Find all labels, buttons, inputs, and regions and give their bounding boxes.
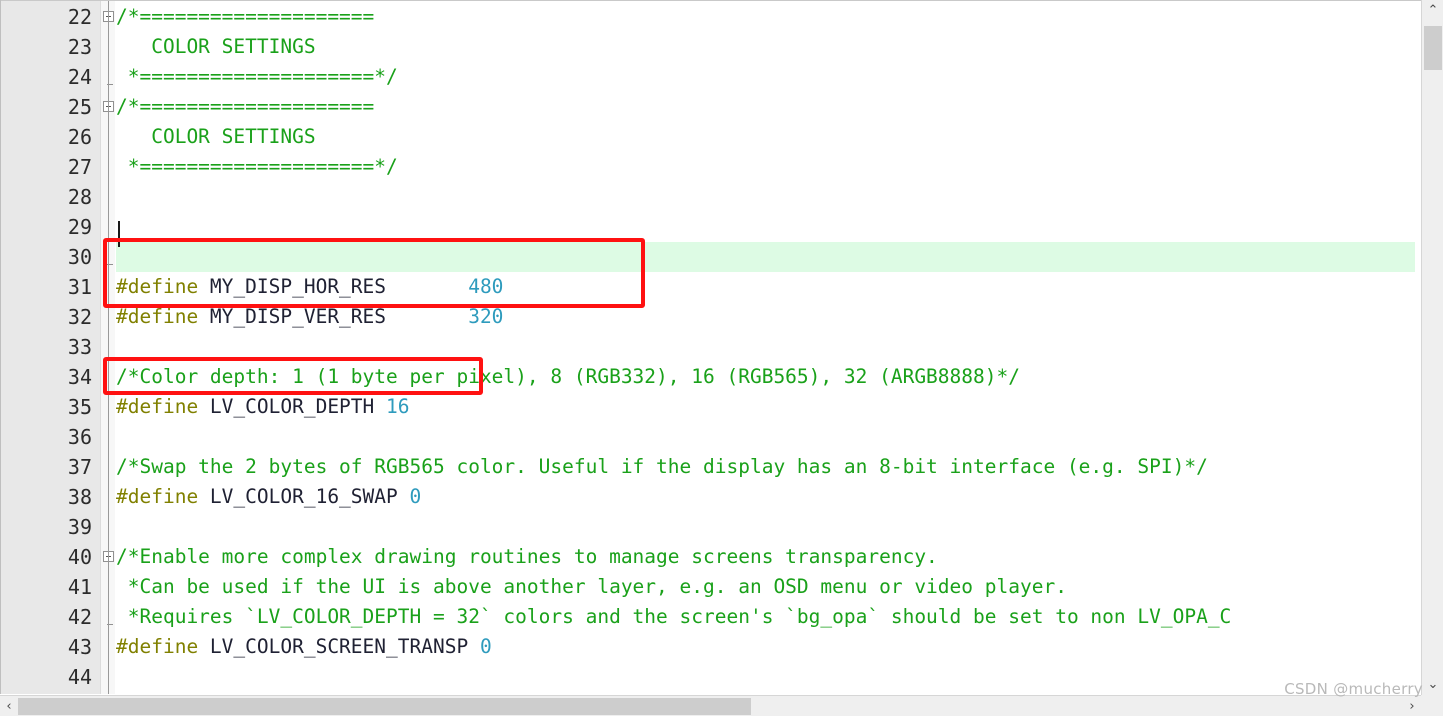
line-number: 43 [67, 635, 92, 659]
code-token-comment: COLOR SETTINGS [116, 125, 316, 148]
code-line[interactable]: COLOR SETTINGS [116, 122, 316, 152]
code-line[interactable]: COLOR SETTINGS [116, 32, 316, 62]
line-number: 36 [67, 425, 92, 449]
current-line-highlight [116, 242, 1415, 272]
code-token-identifier: LV_COLOR_16_SWAP [209, 485, 410, 508]
code-line[interactable]: #define MY_DISP_VER_RES 320 [116, 302, 503, 332]
code-token-number: 320 [468, 305, 504, 328]
code-token-preprocessor: #define [116, 635, 210, 658]
line-number: 27 [67, 155, 92, 179]
code-token-comment: /*==================== [116, 95, 375, 118]
code-token-identifier: MY_DISP_VER_RES [209, 305, 469, 328]
scrollbar-corner [1421, 695, 1443, 716]
horizontal-scrollbar[interactable]: ‹ › [0, 695, 1421, 716]
line-number: 39 [67, 515, 92, 539]
line-number: 23 [67, 35, 92, 59]
code-token-preprocessor: #define [116, 395, 210, 418]
code-line[interactable]: /*Color depth: 1 (1 byte per pixel), 8 (… [116, 362, 1020, 392]
code-token-number: 0 [479, 635, 492, 658]
code-line[interactable]: /*Enable more complex drawing routines t… [116, 542, 938, 572]
code-token-identifier: LV_COLOR_DEPTH [209, 395, 387, 418]
code-token-comment: *Requires `LV_COLOR_DEPTH = 32` colors a… [116, 605, 1232, 628]
code-token-preprocessor: #define [116, 305, 210, 328]
horizontal-scrollbar-thumb[interactable] [18, 698, 751, 715]
code-line[interactable]: *====================*/ [116, 62, 398, 92]
scroll-down-arrow-icon[interactable]: ⌄ [1422, 674, 1443, 696]
code-line[interactable]: #define LV_COLOR_DEPTH 16 [116, 392, 410, 422]
code-line[interactable]: *====================*/ [116, 152, 398, 182]
code-token-comment: *====================*/ [116, 65, 398, 88]
code-line[interactable]: /*Swap the 2 bytes of RGB565 color. Usef… [116, 452, 1208, 482]
line-number: 33 [67, 335, 92, 359]
code-line[interactable]: #define LV_COLOR_SCREEN_TRANSP 0 [116, 632, 492, 662]
code-token-comment: /*==================== [116, 5, 375, 28]
code-editor-window: 22 23 24 25 26 27 28 29 30 31 32 33 34 35 36 37 38 39 40 41… [0, 0, 1443, 716]
scroll-up-arrow-icon[interactable]: ⌃ [1422, 0, 1443, 22]
code-token-number: 480 [468, 275, 504, 298]
watermark-label: CSDN @mucherry [1284, 680, 1423, 698]
line-number: 29 [67, 215, 92, 239]
code-token-comment: COLOR SETTINGS [116, 35, 316, 58]
line-number: 37 [67, 455, 92, 479]
code-token-preprocessor: #define [116, 275, 210, 298]
code-token-comment: /*Swap the 2 bytes of RGB565 color. Usef… [116, 455, 1208, 478]
line-number-gutter: 22 23 24 25 26 27 28 29 30 31 32 33 34 35 36 37 38 39 40 41… [0, 0, 101, 716]
vertical-scrollbar[interactable]: ⌃ ⌄ [1421, 0, 1443, 716]
line-number: 44 [67, 665, 92, 689]
code-line[interactable]: *Can be used if the UI is above another … [116, 572, 1067, 602]
line-number: 28 [67, 185, 92, 209]
line-number: 32 [67, 305, 92, 329]
line-number: 24 [67, 65, 92, 89]
code-token-preprocessor: #define [116, 485, 210, 508]
vertical-scrollbar-thumb[interactable] [1424, 26, 1442, 70]
line-number: 38 [67, 485, 92, 509]
line-number: 35 [67, 395, 92, 419]
editor-top-border [0, 0, 1421, 1]
code-line[interactable]: /* Adjust color mix functions rounding. … [116, 692, 1220, 694]
code-line[interactable]: *Requires `LV_COLOR_DEPTH = 32` colors a… [116, 602, 1232, 632]
scroll-right-arrow-icon[interactable]: › [1403, 696, 1421, 716]
code-line[interactable]: /*==================== [116, 2, 374, 32]
code-token-comment: *Can be used if the UI is above another … [116, 575, 1067, 598]
code-line[interactable]: #define LV_COLOR_16_SWAP 0 [116, 482, 421, 512]
code-token-identifier: LV_COLOR_SCREEN_TRANSP [209, 635, 480, 658]
code-token-comment: /*Color depth: 1 (1 byte per pixel), 8 (… [116, 365, 1020, 388]
line-number: 31 [67, 275, 92, 299]
editor-left-border [0, 0, 1, 694]
fold-indent-guide [108, 0, 109, 694]
code-token-comment: *====================*/ [116, 155, 398, 178]
line-number: 22 [67, 5, 92, 29]
line-number: 26 [67, 125, 92, 149]
scroll-left-arrow-icon[interactable]: ‹ [0, 696, 18, 716]
line-number: 25 [67, 95, 92, 119]
line-number: 30 [67, 245, 92, 269]
code-token-number: 0 [409, 485, 422, 508]
code-token-identifier: MY_DISP_HOR_RES [209, 275, 469, 298]
line-number: 34 [67, 365, 92, 389]
code-token-comment: /*Enable more complex drawing routines t… [116, 545, 938, 568]
line-number: 40 [67, 545, 92, 569]
line-number: 42 [67, 605, 92, 629]
code-text-area[interactable]: /*==================== COLOR SETTINGS *=… [116, 0, 1415, 694]
code-line[interactable]: #define MY_DISP_HOR_RES 480 [116, 272, 503, 302]
line-number: 41 [67, 575, 92, 599]
code-token-number: 16 [386, 395, 410, 418]
text-caret [118, 221, 120, 247]
code-line[interactable]: /*==================== [116, 92, 374, 122]
